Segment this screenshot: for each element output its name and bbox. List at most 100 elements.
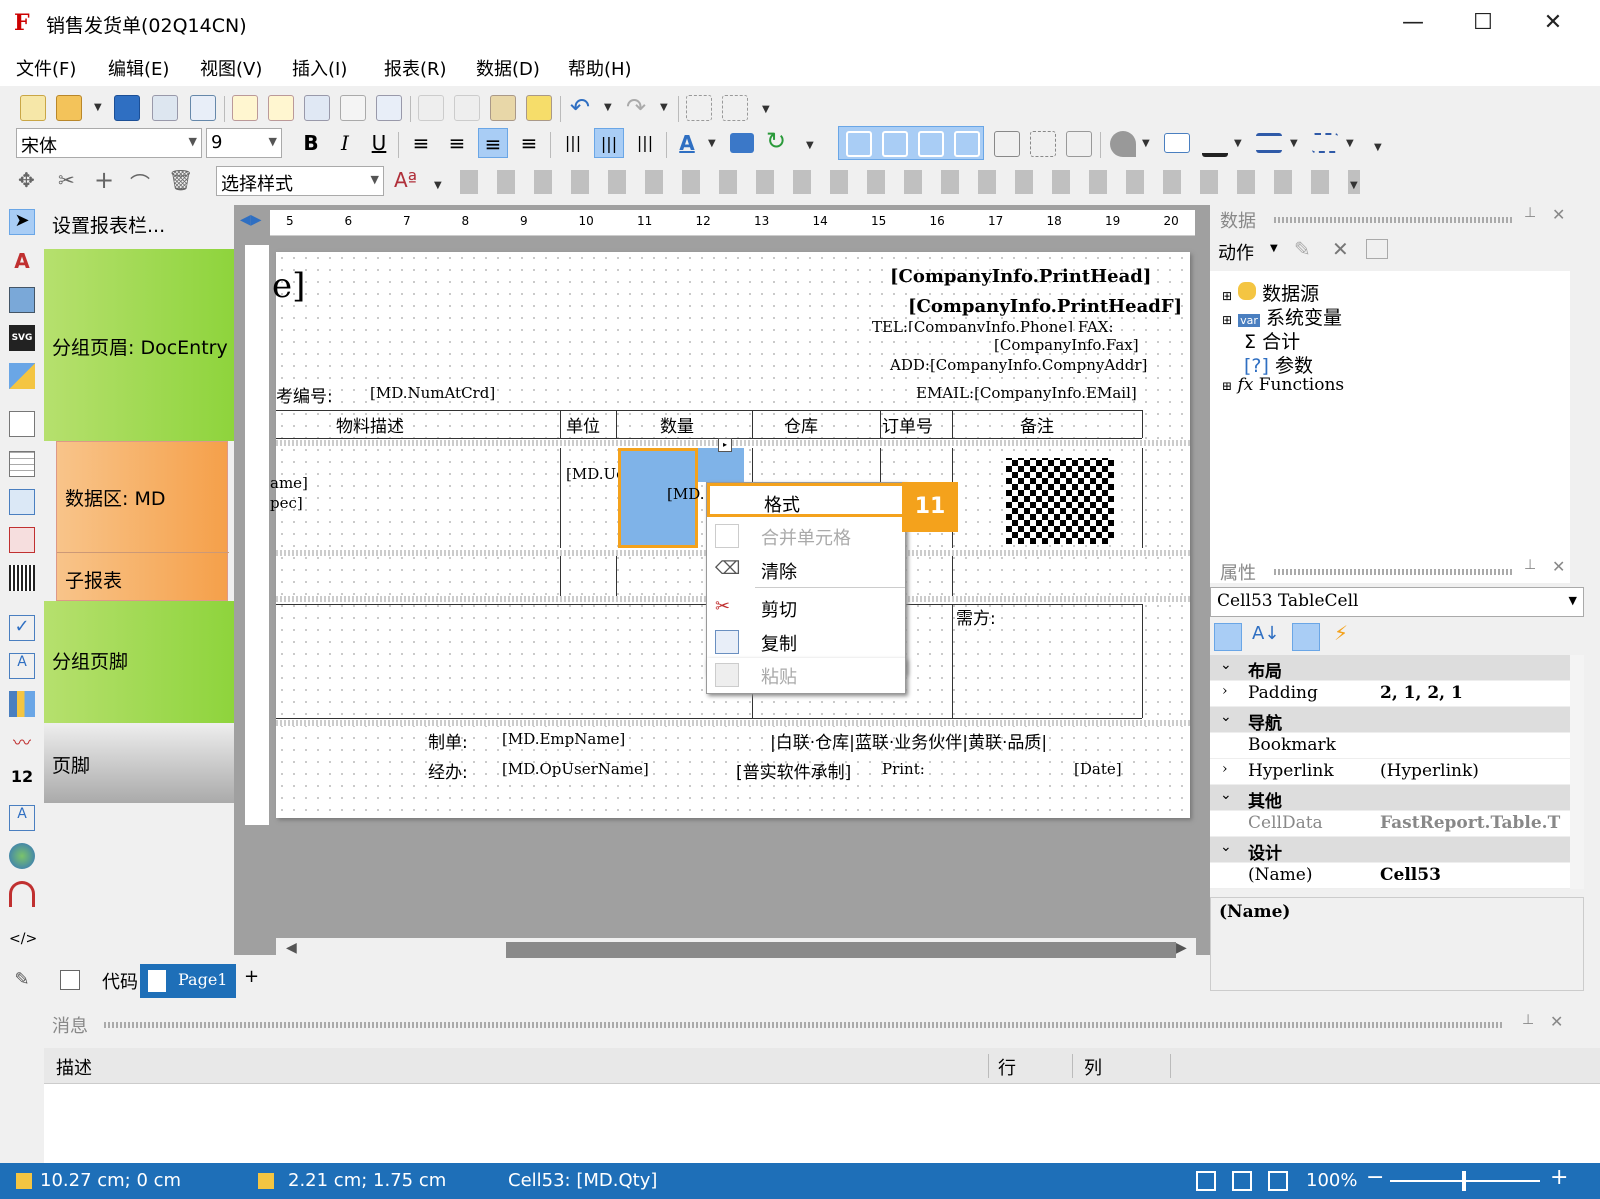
prop-padding[interactable]: › Padding 2, 1, 2, 1: [1210, 681, 1570, 707]
border-top-icon[interactable]: [882, 131, 908, 157]
align-tools-icon[interactable]: [460, 170, 1360, 194]
add-icon[interactable]: +: [94, 166, 114, 194]
report-settings-band[interactable]: 设置报表栏...: [44, 205, 234, 249]
prop-hyperlink[interactable]: › Hyperlink (Hyperlink): [1210, 759, 1570, 785]
header-unit[interactable]: 单位: [566, 412, 600, 437]
object-selector[interactable]: Cell53 TableCell ▼: [1210, 587, 1584, 617]
barcode-icon[interactable]: [9, 565, 35, 591]
menu-data[interactable]: 数据(D): [476, 55, 540, 81]
font-size-combo[interactable]: 9 ▼: [206, 128, 282, 158]
menu-view[interactable]: 视图(V): [200, 55, 262, 81]
italic-button[interactable]: I: [330, 128, 360, 158]
shape-icon[interactable]: [9, 363, 35, 389]
action-dropdown[interactable]: 动作: [1218, 239, 1254, 265]
tab-code[interactable]: 代码: [56, 966, 146, 996]
fax-field[interactable]: [CompanyInfo.Fax]: [994, 336, 1139, 354]
style-combo[interactable]: 选择样式 ▼: [216, 166, 384, 196]
gauge-icon[interactable]: [9, 881, 35, 907]
close-props-icon[interactable]: ✕: [1552, 557, 1565, 576]
column-description[interactable]: 描述: [56, 1054, 92, 1080]
categorized-icon[interactable]: [1214, 623, 1242, 651]
html-icon[interactable]: </>: [9, 931, 37, 957]
sort-az-icon[interactable]: A↓: [1252, 623, 1279, 644]
subreport-icon[interactable]: [9, 411, 35, 437]
menu-help[interactable]: 帮助(H): [568, 55, 632, 81]
border-left-icon[interactable]: [918, 131, 944, 157]
chart-icon[interactable]: [9, 691, 35, 717]
software-label[interactable]: [普实软件承制]: [736, 758, 851, 783]
undo-icon[interactable]: ↶: [570, 93, 590, 121]
delete-icon[interactable]: ✕: [1332, 237, 1349, 261]
scissors-icon[interactable]: ✂: [58, 168, 75, 192]
open-icon[interactable]: [56, 95, 82, 121]
border-bottom-icon[interactable]: [994, 131, 1020, 157]
text-color-icon[interactable]: A: [672, 128, 702, 158]
header-warehouse[interactable]: 仓库: [784, 412, 818, 437]
signature-icon[interactable]: ✎: [9, 969, 35, 995]
properties-icon[interactable]: [1292, 623, 1320, 651]
header-remark[interactable]: 备注: [1020, 412, 1054, 437]
cut-icon[interactable]: [418, 95, 444, 121]
checkbox-icon[interactable]: ✓: [9, 615, 35, 641]
copies-label[interactable]: |白联·仓库|蓝联·业务伙伴|黄联·品质|: [770, 728, 1047, 753]
maker-label[interactable]: 制单:: [428, 728, 468, 753]
line-width-icon[interactable]: [1256, 133, 1282, 153]
richtext-icon[interactable]: [9, 527, 35, 553]
border-right-icon[interactable]: [954, 131, 980, 157]
ungroup-icon[interactable]: [722, 95, 748, 121]
svg-icon[interactable]: SVG: [9, 325, 35, 351]
prop-celldata[interactable]: CellData FastReport.Table.T: [1210, 811, 1570, 837]
view-normal-icon[interactable]: [1196, 1171, 1216, 1191]
valign-middle-icon[interactable]: |||: [594, 128, 624, 158]
close-data-panel-icon[interactable]: ✕: [1552, 205, 1565, 224]
scrollbar-thumb[interactable]: [506, 942, 1176, 958]
close-window-button[interactable]: ✕: [1530, 6, 1576, 40]
font-combo[interactable]: 宋体 ▼: [16, 128, 202, 158]
preview-icon[interactable]: [190, 95, 216, 121]
sparkline-icon[interactable]: 〰: [9, 729, 35, 755]
prop-name[interactable]: (Name) Cell53: [1210, 863, 1570, 889]
page-footer-band[interactable]: 页脚: [44, 723, 234, 803]
minimize-button[interactable]: —: [1390, 6, 1436, 40]
font-style-icon[interactable]: Aª: [394, 168, 417, 192]
ruler-toggle-icon[interactable]: ◀▶: [240, 212, 262, 228]
redo-icon[interactable]: ↷: [626, 93, 646, 121]
item-name-cell[interactable]: ame]: [270, 474, 308, 492]
map-icon[interactable]: [9, 843, 35, 869]
page-settings-icon[interactable]: [376, 95, 402, 121]
buyer-label[interactable]: 需方:: [956, 604, 996, 629]
shadow-icon[interactable]: [1066, 131, 1092, 157]
tab-page1[interactable]: Page1: [140, 964, 236, 998]
fit-icon[interactable]: ⌒: [130, 168, 150, 197]
new-report-icon[interactable]: [20, 95, 46, 121]
phone-field[interactable]: TEL:[CompanyInfo.Phone] FAX:: [872, 318, 1114, 332]
header-material-desc[interactable]: 物料描述: [336, 412, 404, 437]
valign-bottom-icon[interactable]: |||: [630, 128, 660, 158]
justify-icon[interactable]: ≡: [514, 128, 544, 158]
qty-cell-selected[interactable]: [MD.: [618, 448, 704, 548]
email-field[interactable]: EMAIL:[CompanyInfo.EMail]: [916, 384, 1137, 402]
context-clear-item[interactable]: ⌫ 清除: [707, 553, 905, 587]
line-style-icon[interactable]: [1312, 133, 1338, 153]
line-color-icon[interactable]: [1202, 131, 1228, 157]
zoom-slider-thumb[interactable]: [1462, 1171, 1466, 1191]
group-icon[interactable]: [686, 95, 712, 121]
context-merge-item[interactable]: 合并单元格: [707, 519, 905, 553]
delete-page-icon[interactable]: [340, 95, 366, 121]
save-icon[interactable]: [114, 95, 140, 121]
valign-top-icon[interactable]: |||: [558, 128, 588, 158]
group-footer-band[interactable]: 分组页脚: [44, 601, 234, 723]
handler-field[interactable]: [MD.OpUserName]: [502, 760, 649, 778]
new-dialog-icon[interactable]: [268, 95, 294, 121]
uom-cell[interactable]: [MD.UomName]: [566, 464, 690, 485]
group-header-band[interactable]: 分组页眉: DocEntry: [44, 249, 234, 441]
print-head-field[interactable]: [CompanyInfo.PrintHead]: [890, 266, 1151, 287]
tree-datasources[interactable]: ⊞ 数据源: [1222, 279, 1319, 306]
trash-icon[interactable]: 🗑: [168, 168, 193, 192]
fill-color-icon[interactable]: [1110, 131, 1136, 157]
fill-style-icon[interactable]: [1164, 133, 1190, 153]
align-right-icon[interactable]: ≡: [478, 128, 508, 158]
underline-button[interactable]: U: [364, 128, 394, 158]
save-all-icon[interactable]: [152, 95, 178, 121]
context-format-item[interactable]: 格式: [707, 483, 905, 517]
